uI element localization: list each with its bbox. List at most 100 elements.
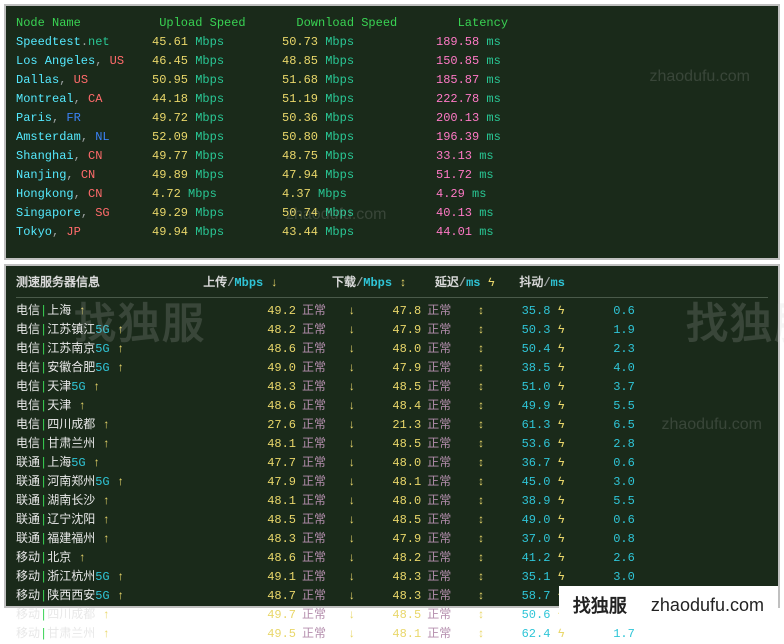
arrow-up-icon: ↑: [102, 494, 109, 508]
download-value: 51.68: [282, 73, 318, 87]
bolt-icon: ϟ: [558, 627, 565, 641]
latency-value: 41.2: [484, 549, 550, 568]
isp-name: 电信: [16, 399, 40, 413]
status: 正常: [302, 492, 348, 511]
download-value: 50.74: [282, 206, 318, 220]
th-jit: 抖动/ms: [519, 276, 565, 290]
latency-value: 189.58: [436, 35, 479, 49]
city-name: 辽宁沈阳: [47, 513, 95, 527]
status: 正常: [302, 511, 348, 530]
arrows-updown-icon: ↕: [477, 380, 484, 394]
separator: .: [81, 35, 88, 49]
latency-value: 51.72: [436, 168, 472, 182]
speed-unit: Mbps: [325, 225, 354, 239]
arrow-up-icon: ↑: [102, 532, 109, 546]
download-value: 47.9: [355, 359, 421, 378]
node-city: Shanghai: [16, 149, 74, 163]
upload-value: 48.6: [196, 340, 296, 359]
city-name: 江苏南京: [47, 342, 95, 356]
city-name: 天津: [47, 399, 71, 413]
th-upload: Upload Speed: [159, 14, 289, 33]
speed-unit: Mbps: [325, 54, 354, 68]
separator: ,: [66, 168, 80, 182]
divider: |: [40, 627, 47, 641]
latency-value: 35.8: [484, 302, 550, 321]
jitter-value: 0.6: [565, 454, 635, 473]
city-name: 陕西西安: [47, 589, 95, 603]
arrow-down-icon: ↓: [348, 570, 355, 584]
arrow-down-icon: ↓: [348, 437, 355, 451]
status: 正常: [302, 606, 348, 625]
city-name: 四川成都: [47, 608, 95, 622]
footer-text-cn: 找独服: [573, 592, 627, 618]
upload-value: 49.7: [196, 606, 296, 625]
status: 正常: [427, 492, 477, 511]
arrow-down-icon: ↓: [348, 380, 355, 394]
speed-unit: Mbps: [325, 168, 354, 182]
arrow-down-icon: ↓: [348, 418, 355, 432]
arrows-updown-icon: ↕: [477, 361, 484, 375]
isp-name: 移动: [16, 608, 40, 622]
table-row: 移动|浙江杭州5G ↑49.1正常↓48.3正常↕35.1 ϟ3.0: [16, 568, 768, 587]
node-city: Singapore: [16, 206, 81, 220]
jitter-value: 5.5: [565, 492, 635, 511]
upload-value: 45.61: [152, 35, 188, 49]
jitter-value: 5.5: [565, 397, 635, 416]
download-value: 47.94: [282, 168, 318, 182]
arrow-down-icon: ↓: [348, 323, 355, 337]
tag-5g: 5G: [95, 570, 109, 584]
node-city: Nanjing: [16, 168, 66, 182]
download-value: 48.3: [355, 568, 421, 587]
arrows-updown-icon: ↕: [477, 437, 484, 451]
upload-value: 49.94: [152, 225, 188, 239]
upload-value: 46.45: [152, 54, 188, 68]
download-value: 48.0: [355, 340, 421, 359]
latency-unit: ms: [486, 73, 500, 87]
arrow-down-icon: ↓: [348, 627, 355, 641]
speed-unit: Mbps: [195, 35, 224, 49]
latency-value: 40.13: [436, 206, 472, 220]
bolt-icon: ϟ: [558, 570, 565, 584]
arrow-down-icon: ↓: [348, 608, 355, 622]
node-country: NL: [95, 130, 109, 144]
arrow-up-icon: ↑: [117, 570, 124, 584]
tag-5g: 5G: [95, 475, 109, 489]
isp-name: 移动: [16, 589, 40, 603]
latency-value: 36.7: [484, 454, 550, 473]
table-row: Nanjing, CN49.89 Mbps47.94 Mbps51.72 ms: [16, 166, 768, 185]
latency-value: 61.3: [484, 416, 550, 435]
latency-value: 50.6: [484, 606, 550, 625]
arrows-updown-icon: ↕: [477, 342, 484, 356]
isp-name: 移动: [16, 570, 40, 584]
status: 正常: [427, 530, 477, 549]
jitter-value: 0.8: [565, 530, 635, 549]
arrow-up-icon: ↑: [117, 342, 124, 356]
arrows-updown-icon: ↕: [477, 304, 484, 318]
city-name: 甘肃兰州: [47, 627, 95, 641]
latency-value: 62.4: [484, 625, 550, 644]
node-country: US: [110, 54, 124, 68]
download-value: 48.85: [282, 54, 318, 68]
separator: ,: [81, 206, 95, 220]
arrow-up-icon: ↑: [102, 513, 109, 527]
arrow-down-icon: ↓: [270, 276, 277, 290]
city-name: 上海: [47, 456, 71, 470]
bolt-icon: ϟ: [558, 437, 565, 451]
download-value: 48.5: [355, 606, 421, 625]
arrow-down-icon: ↓: [348, 399, 355, 413]
upload-value: 49.5: [196, 625, 296, 644]
arrow-down-icon: ↓: [348, 342, 355, 356]
download-value: 48.4: [355, 397, 421, 416]
upload-value: 49.0: [196, 359, 296, 378]
arrow-up-icon: ↑: [117, 475, 124, 489]
table-row: 联通|上海5G ↑47.7正常↓48.0正常↕36.7 ϟ0.6: [16, 454, 768, 473]
bolt-icon: ϟ: [558, 513, 565, 527]
city-name: 江苏镇江: [47, 323, 95, 337]
table-row: 移动|北京 ↑48.6正常↓48.2正常↕41.2 ϟ2.6: [16, 549, 768, 568]
status: 正常: [427, 473, 477, 492]
table-row: Speedtest.net45.61 Mbps50.73 Mbps189.58 …: [16, 33, 768, 52]
bolt-icon: ϟ: [558, 380, 565, 394]
footer-text-url: zhaodufu.com: [651, 595, 764, 616]
jitter-value: 4.0: [565, 359, 635, 378]
status: 正常: [427, 302, 477, 321]
